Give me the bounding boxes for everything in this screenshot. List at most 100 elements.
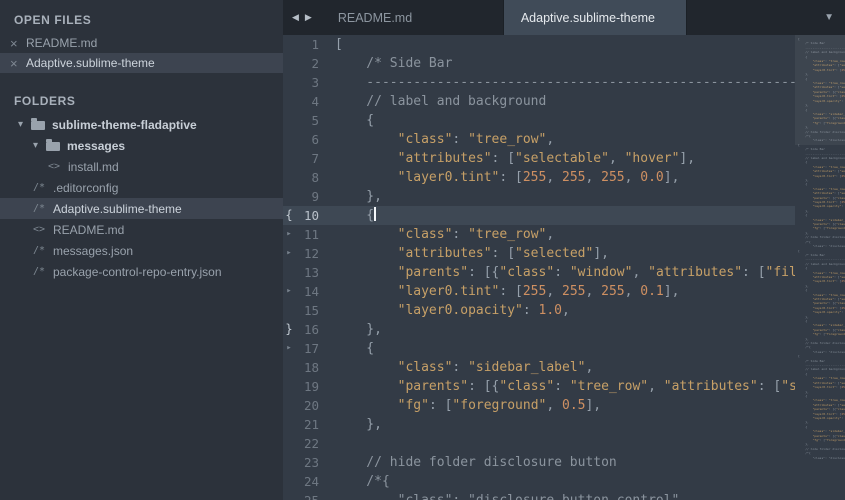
tree-item-readme-md[interactable]: <> README.md bbox=[0, 219, 283, 240]
tree-item-editorconfig[interactable]: /* .editorconfig bbox=[0, 177, 283, 198]
minimap-token bbox=[798, 275, 812, 279]
code-line[interactable]: 15 "layer0.opacity": 1.0, bbox=[283, 301, 845, 320]
minimap-token: // label and background bbox=[798, 367, 845, 372]
minimap-token: "tree_row" bbox=[828, 270, 845, 275]
code-token: : [ bbox=[757, 379, 782, 394]
code-line[interactable]: 20 "fg": ["foreground", 0.5], bbox=[283, 396, 845, 415]
code-token: "tree_row" bbox=[569, 379, 649, 394]
code-token: , bbox=[632, 265, 649, 280]
minimap-token: "sidebar_label" bbox=[828, 217, 845, 222]
minimap-token: /* Side Bar bbox=[798, 252, 826, 257]
fold-marker-icon[interactable]: } bbox=[283, 320, 295, 339]
code-text: "layer0.opacity": 1.0, bbox=[319, 301, 845, 320]
line-number: 6 bbox=[311, 132, 319, 147]
code-line[interactable]: 7 "attributes": ["selectable", "hover"], bbox=[283, 149, 845, 168]
fold-marker-icon[interactable]: ▸ bbox=[283, 244, 295, 263]
close-file-icon[interactable]: × bbox=[10, 57, 26, 70]
code-token: "layer0.tint" bbox=[397, 284, 500, 299]
fold-marker-icon[interactable]: { bbox=[283, 206, 295, 225]
code-text: "layer0.tint": [255, 255, 255, 0.1], bbox=[319, 282, 845, 301]
code-line[interactable]: 23 // hide folder disclosure button bbox=[283, 453, 845, 472]
code-line[interactable]: 19 "parents": [{"class": "tree_row", "at… bbox=[283, 377, 845, 396]
tree-item-install-md[interactable]: <> install.md bbox=[0, 156, 283, 177]
code-token: ], bbox=[679, 151, 696, 166]
code-text: { bbox=[319, 206, 845, 225]
line-number: 12 bbox=[303, 246, 319, 261]
minimap-token bbox=[798, 165, 812, 169]
code-line[interactable]: 9 }, bbox=[283, 187, 845, 206]
code-line[interactable]: 13 "parents": [{"class": "window", "attr… bbox=[283, 263, 845, 282]
code-line[interactable]: 8 "layer0.tint": [255, 255, 255, 0.0], bbox=[283, 168, 845, 187]
code-token: // label and background bbox=[335, 94, 547, 109]
tab-adaptive-sublime-theme[interactable]: Adaptive.sublime-theme bbox=[503, 0, 687, 35]
code-line[interactable]: 22 bbox=[283, 434, 845, 453]
code-line[interactable]: 6 "class": "tree_row", bbox=[283, 130, 845, 149]
minimap[interactable]: [ /* Side Bar --------------------------… bbox=[795, 35, 845, 500]
code-line[interactable]: } 16 }, bbox=[283, 320, 845, 339]
minimap-token: "class" bbox=[812, 186, 826, 191]
code-line[interactable]: 24 /*{ bbox=[283, 472, 845, 491]
minimap-token bbox=[798, 332, 812, 336]
minimap-token bbox=[798, 226, 812, 230]
tab-readme-md[interactable]: README.md bbox=[321, 0, 504, 35]
code-token: ], bbox=[663, 170, 680, 185]
code-text: "layer0.tint": [255, 255, 255, 0.0], bbox=[319, 168, 845, 187]
minimap-token: "attributes" bbox=[812, 380, 835, 385]
minimap-token bbox=[798, 381, 812, 385]
minimap-token bbox=[798, 187, 812, 191]
code-line[interactable]: ▸ 17 { bbox=[283, 339, 845, 358]
minimap-token: "fg" bbox=[812, 332, 820, 337]
code-line[interactable]: 4 // label and background bbox=[283, 92, 845, 111]
minimap-token bbox=[798, 310, 812, 314]
tab-overflow-menu-icon[interactable]: ▼ bbox=[824, 0, 834, 35]
tree-item-sublime-theme-fladaptive[interactable]: ▾ sublime-theme-fladaptive bbox=[0, 114, 283, 135]
code-token: "hover" bbox=[624, 151, 680, 166]
code-line[interactable]: ▸ 11 "class": "tree_row", bbox=[283, 225, 845, 244]
code-token: : [ bbox=[491, 246, 516, 261]
code-line[interactable]: 21 }, bbox=[283, 415, 845, 434]
editor[interactable]: 1[2 /* Side Bar 3 -----------------------… bbox=[283, 35, 845, 500]
minimap-token bbox=[798, 279, 812, 283]
code-token: , bbox=[546, 170, 562, 185]
tree-item-package-control-repo-entry-json[interactable]: /* package-control-repo-entry.json bbox=[0, 261, 283, 282]
folder-caret-icon[interactable]: ▾ bbox=[18, 119, 31, 130]
tab-scroll-right-icon[interactable]: ▶ bbox=[305, 12, 312, 23]
tree-item-adaptive-sublime-theme[interactable]: /* Adaptive.sublime-theme bbox=[0, 198, 283, 219]
minimap-token: : [{ bbox=[828, 327, 836, 332]
minimap-viewport[interactable] bbox=[795, 35, 845, 145]
code-token: : [ bbox=[742, 265, 766, 280]
fold-marker-icon[interactable]: ▸ bbox=[283, 225, 295, 244]
code-token: "attributes" bbox=[648, 265, 743, 280]
code-line[interactable]: 18 "class": "sidebar_label", bbox=[283, 358, 845, 377]
code-token: "class" bbox=[397, 227, 453, 242]
open-files-header: OPEN FILES bbox=[14, 13, 92, 27]
minimap-token bbox=[798, 328, 812, 332]
folder-tree: ▾ sublime-theme-fladaptive ▾ messages <> inst… bbox=[0, 114, 283, 282]
code-line[interactable]: 5 { bbox=[283, 111, 845, 130]
folder-caret-icon[interactable]: ▾ bbox=[33, 140, 46, 151]
minimap-token: // label and background bbox=[798, 155, 845, 160]
close-file-icon[interactable]: × bbox=[10, 37, 26, 50]
code-line[interactable]: 1[ bbox=[283, 35, 845, 54]
open-file-item-readme-md[interactable]: × README.md bbox=[0, 33, 283, 53]
code-line[interactable]: 3 --------------------------------------… bbox=[283, 73, 845, 92]
code-token: "class" bbox=[397, 360, 453, 375]
line-number: 2 bbox=[311, 56, 319, 71]
code-line[interactable]: {10 { bbox=[283, 206, 845, 225]
code-text: }, bbox=[319, 320, 845, 339]
code-line[interactable]: 2 /* Side Bar bbox=[283, 54, 845, 73]
code-token: 255 bbox=[522, 170, 547, 185]
code-token: "class" bbox=[397, 132, 453, 147]
fold-marker-icon[interactable]: ▸ bbox=[283, 282, 295, 301]
code-line[interactable]: ▸ 12 "attributes": ["selected"], bbox=[283, 244, 845, 263]
tree-item-messages-json[interactable]: /* messages.json bbox=[0, 240, 283, 261]
fold-marker-icon[interactable]: ▸ bbox=[283, 339, 295, 358]
code-line[interactable]: 25 "class": "disclosure_button_control", bbox=[283, 491, 845, 500]
tab-scroll-left-icon[interactable]: ◀ bbox=[292, 12, 299, 23]
code-line[interactable]: ▸ 14 "layer0.tint": [255, 255, 255, 0.1], bbox=[283, 282, 845, 301]
gutter-spacer bbox=[283, 415, 295, 434]
minimap-token: 255 bbox=[841, 305, 845, 310]
open-file-item-adaptive-sublime-theme[interactable]: × Adaptive.sublime-theme bbox=[0, 53, 283, 73]
tree-item-messages[interactable]: ▾ messages bbox=[0, 135, 283, 156]
